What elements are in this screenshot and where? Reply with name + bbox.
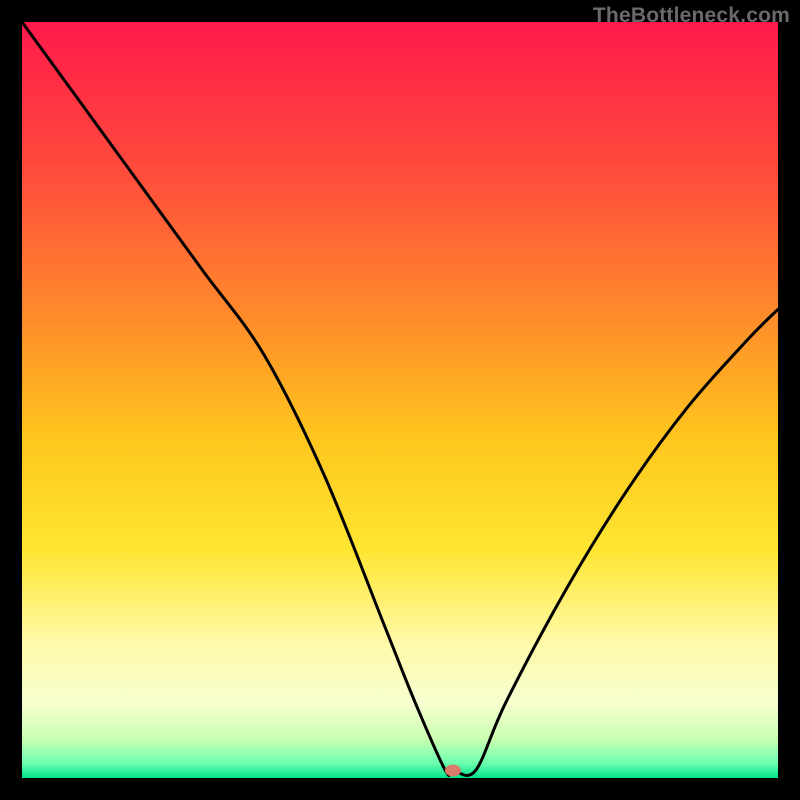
optimal-point-marker: [445, 764, 461, 776]
chart-plot-area: [22, 22, 778, 778]
bottleneck-chart: [22, 22, 778, 778]
watermark: TheBottleneck.com: [593, 4, 790, 28]
